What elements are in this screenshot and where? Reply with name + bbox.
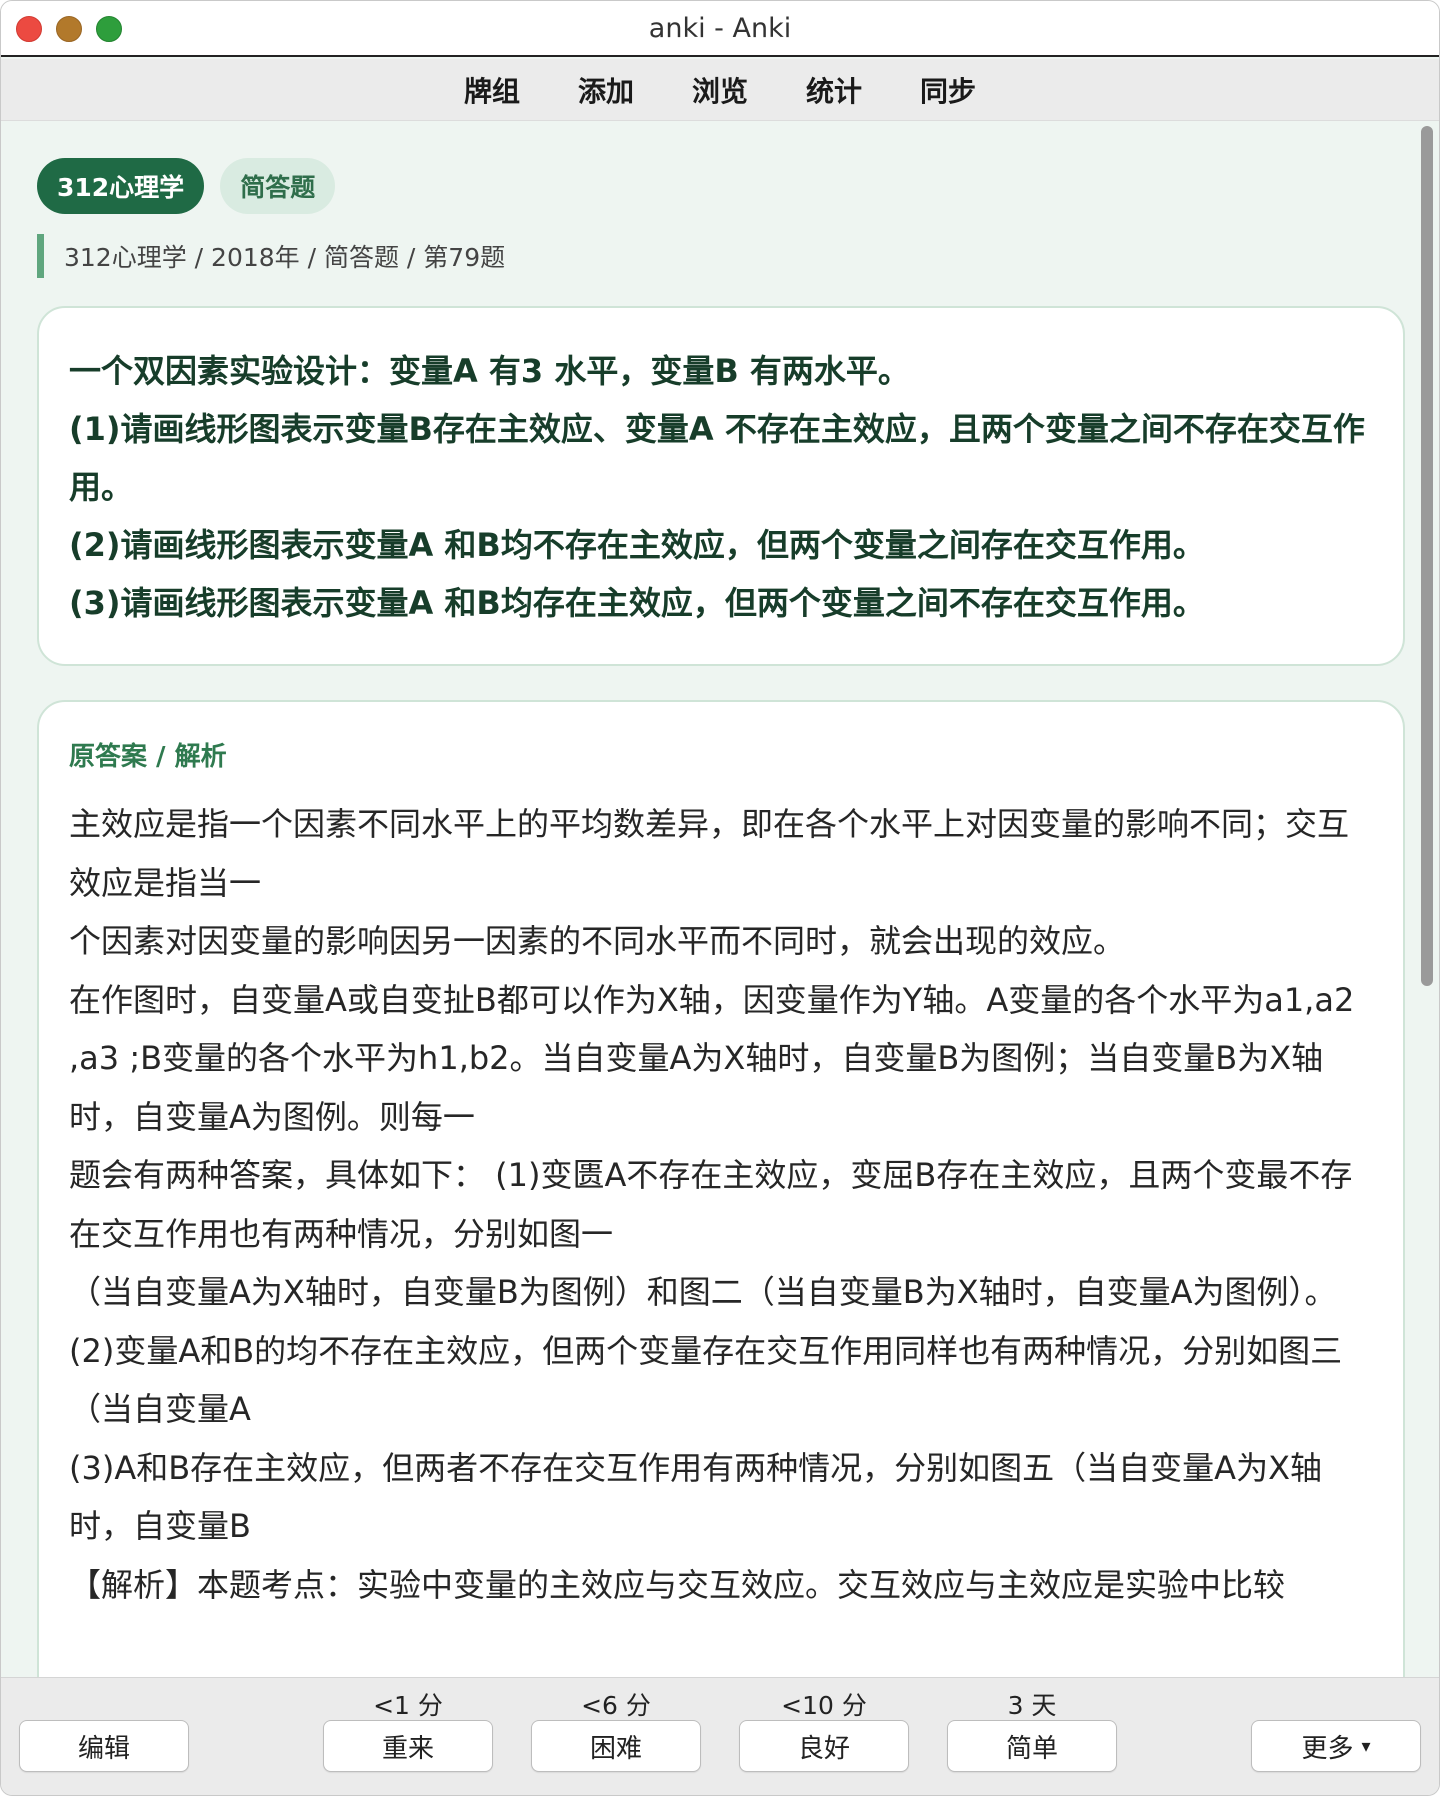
title-bar: anki - Anki: [1, 1, 1439, 57]
window-title: anki - Anki: [648, 13, 792, 44]
answer-line: 主效应是指一个因素不同水平上的平均数差异，即在各个水平上对因变量的影响不同；交互…: [69, 805, 1350, 902]
answer-line: （当自变量A为X轴时，自变量B为图例）和图二（当自变量B为X轴时，自变量A为图例…: [69, 1273, 1337, 1311]
toolbar-stats[interactable]: 统计: [806, 70, 862, 110]
edit-button[interactable]: 编辑: [19, 1720, 189, 1772]
easy-interval: 3 天: [1007, 1691, 1057, 1720]
good-button[interactable]: 良好: [739, 1720, 909, 1772]
answer-line: (3)A和B存在主效应，但两者不存在交互作用有两种情况，分别如图五（当自变量A为…: [69, 1448, 1322, 1546]
good-interval: <10 分: [781, 1691, 867, 1720]
question-line: (1)请画线形图表示变量B存在主效应、变量A 不存在主效应，且两个变量之间不存在…: [69, 410, 1365, 506]
anki-window: anki - Anki 牌组 添加 浏览 统计 同步 312心理学 简答题 31…: [0, 0, 1440, 1796]
hard-button[interactable]: 困难: [531, 1720, 701, 1772]
answer-card: 原答案 / 解析 主效应是指一个因素不同水平上的平均数差异，即在各个水平上对因变…: [37, 700, 1405, 1677]
question-line: (2)请画线形图表示变量A 和B均不存在主效应，但两个变量之间存在交互作用。: [69, 526, 1205, 564]
toolbar-sync[interactable]: 同步: [920, 70, 976, 110]
toolbar-browse[interactable]: 浏览: [692, 70, 748, 110]
toolbar-add[interactable]: 添加: [578, 70, 634, 110]
hard-interval: <6 分: [581, 1691, 651, 1720]
tag-subject: 312心理学: [37, 158, 205, 214]
easy-button[interactable]: 简单: [947, 1720, 1117, 1772]
again-button[interactable]: 重来: [323, 1720, 493, 1772]
again-interval: <1 分: [373, 1691, 443, 1720]
tag-question-type: 简答题: [220, 158, 336, 214]
main-toolbar: 牌组 添加 浏览 统计 同步: [1, 59, 1439, 121]
review-bottom-bar: 编辑 <1 分 重来 <6 分 困难 <10 分 良好 3 天 简单 更多 ▾: [1, 1677, 1439, 1795]
answer-line: 在作图时，自变量A或自变扯B都可以作为X轴，因变量作为Y轴。A变量的各个水平为a…: [69, 980, 1355, 1136]
chevron-down-icon: ▾: [1361, 1735, 1371, 1757]
question-line: 一个双因素实验设计：变量A 有3 水平，变量B 有两水平。: [69, 352, 910, 390]
answer-line: 【解析】本题考点：实验中变量的主效应与交互效应。交互效应与主效应是实验中比较: [69, 1565, 1286, 1604]
more-label: 更多: [1301, 1733, 1354, 1764]
answer-line: (2)变量A和B的均不存在主效应，但两个变量存在交互作用同样也有两种情况，分别如…: [69, 1331, 1343, 1429]
breadcrumb: 312心理学 / 2018年 / 简答题 / 第79题: [37, 234, 505, 278]
card-view: 312心理学 简答题 312心理学 / 2018年 / 简答题 / 第79题 一…: [1, 122, 1421, 1677]
answer-heading: 原答案 / 解析: [69, 742, 227, 772]
answer-line: 题会有两种答案，具体如下： (1)变匮A不存在主效应，变屈B存在主效应，且两个变…: [69, 1156, 1353, 1253]
vertical-scrollbar[interactable]: [1421, 126, 1433, 986]
question-card: 一个双因素实验设计：变量A 有3 水平，变量B 有两水平。 (1)请画线形图表示…: [37, 306, 1405, 666]
more-button[interactable]: 更多 ▾: [1251, 1720, 1421, 1772]
question-line: (3)请画线形图表示变量A 和B均存在主效应，但两个变量之间不存在交互作用。: [69, 584, 1205, 622]
answer-line: 个因素对因变量的影响因另一因素的不同水平而不同时，就会出现的效应。: [69, 922, 1126, 960]
tag-list: 312心理学 简答题: [37, 158, 336, 214]
toolbar-decks[interactable]: 牌组: [464, 70, 520, 110]
